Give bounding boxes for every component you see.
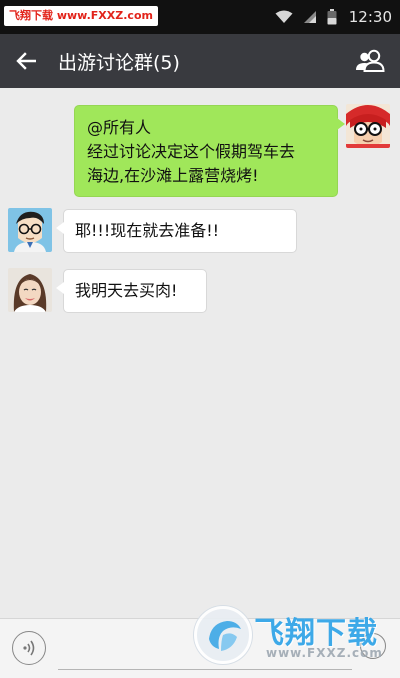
battery-icon <box>327 9 337 25</box>
status-bar: 飞翔下载 www.FXXZ.com 12:30 <box>0 0 400 34</box>
member-avatar[interactable] <box>8 268 52 312</box>
status-icons: 12:30 <box>275 0 392 34</box>
group-members-icon <box>356 49 385 72</box>
chat-title: 出游讨论群(5) <box>58 51 180 74</box>
clock: 12:30 <box>348 8 392 26</box>
my-avatar[interactable] <box>346 104 390 148</box>
message-line: 经过讨论决定这个假期驾车去 <box>87 142 296 161</box>
message-bubble-incoming[interactable]: 耶!!!现在就去准备!! <box>56 209 297 253</box>
brand-url: www.FXXZ.com <box>266 646 383 660</box>
message-line: @所有人 <box>87 118 152 137</box>
arrow-left-icon <box>16 52 36 70</box>
back-button[interactable] <box>8 43 44 79</box>
message-bubble-incoming[interactable]: 我明天去买肉! <box>56 269 207 313</box>
chat-header: 出游讨论群(5) <box>0 34 400 88</box>
message-bubble-outgoing[interactable]: @所有人 经过讨论决定这个假期驾车去 海边,在沙滩上露营烧烤! <box>74 105 345 197</box>
voice-input-icon <box>23 640 35 656</box>
member-avatar[interactable] <box>8 208 52 252</box>
message-line: 耶!!!现在就去准备!! <box>75 221 220 240</box>
signal-icon <box>303 10 317 24</box>
message-line: 我明天去买肉! <box>75 281 178 300</box>
wifi-icon <box>275 10 293 24</box>
voice-input-button[interactable] <box>12 631 46 665</box>
group-members-button[interactable] <box>352 44 388 78</box>
message-line: 海边,在沙滩上露营烧烤! <box>87 166 259 185</box>
brand-logo <box>194 606 252 664</box>
site-watermark: 飞翔下载 www.FXXZ.com <box>4 6 158 26</box>
brand-watermark: 飞翔下载 www.FXXZ.com <box>190 604 390 668</box>
chat-screen: 飞翔下载 www.FXXZ.com 12:30 出游讨论群(5) @所有人 经过… <box>0 0 400 678</box>
message-list: @所有人 经过讨论决定这个假期驾车去 海边,在沙滩上露营烧烤! 耶!!!现在就去… <box>0 88 400 618</box>
